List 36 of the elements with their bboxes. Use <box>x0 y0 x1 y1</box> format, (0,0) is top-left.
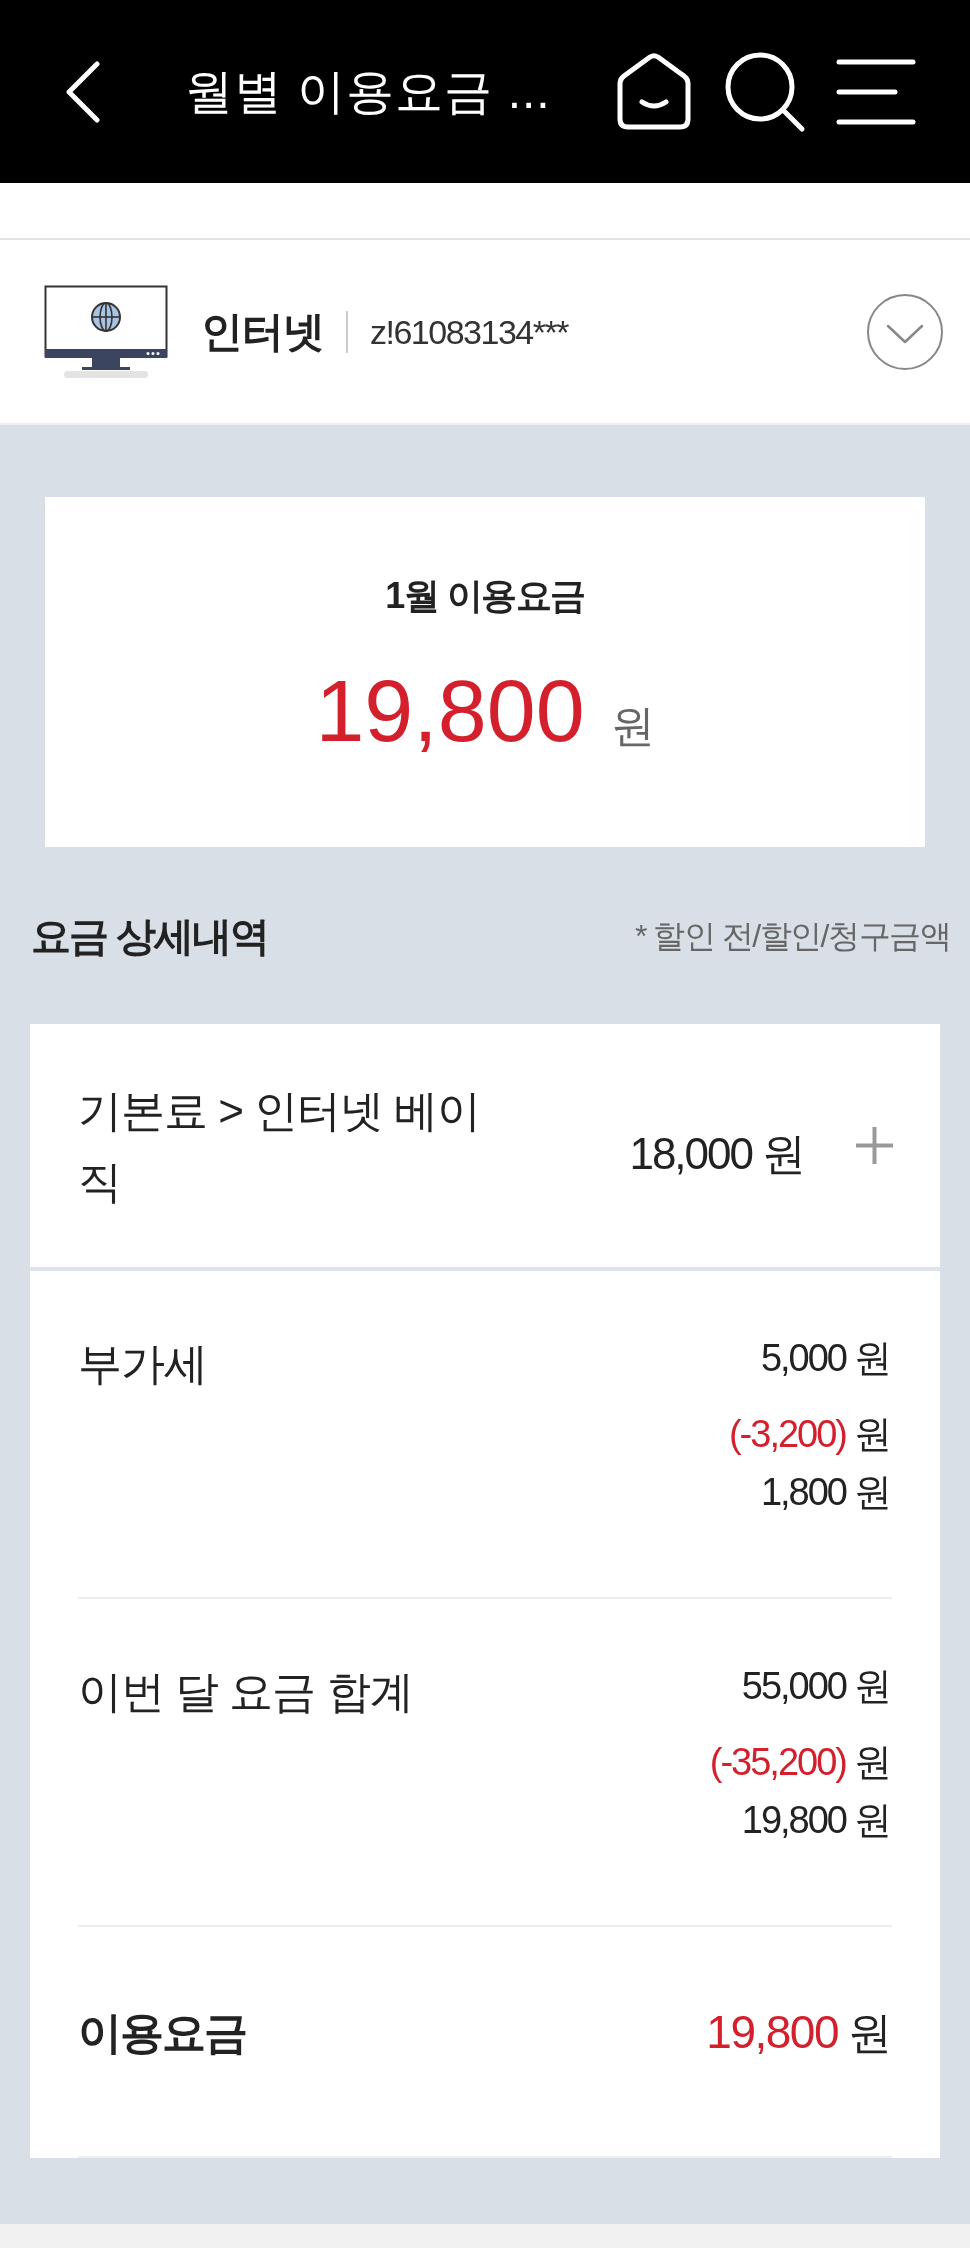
service-name: 인터넷 <box>201 306 324 357</box>
amount-text: 19,800 <box>315 661 585 761</box>
amount-text: 19,800 <box>741 1798 846 1843</box>
discount-amount: (-35,200) <box>709 1740 846 1785</box>
amount-text: 1,800 <box>760 1470 846 1515</box>
chevron-down-icon <box>886 323 924 344</box>
menu-icon[interactable] <box>836 58 916 125</box>
amount-text: 5,000 <box>760 1336 846 1381</box>
fee-label: 기본료 > 인터넷 베이직 <box>78 1084 482 1208</box>
legend-text: * 할인 전/할인/청구금액 <box>635 916 950 956</box>
currency-unit: 원 <box>854 1740 892 1785</box>
currency-unit: 원 <box>854 1336 892 1381</box>
page-title: 월별 이용요금 ... <box>185 63 551 120</box>
back-icon[interactable] <box>65 60 101 123</box>
currency-unit: 원 <box>854 1664 892 1709</box>
summary-title: 1월 이용요금 <box>385 574 585 618</box>
account-number: z!61083134*** <box>370 311 568 353</box>
discount-amount: (-3,200) <box>728 1412 846 1457</box>
total-amount: 19,800 <box>706 2005 838 2060</box>
fee-label: 부가세 <box>78 1338 207 1390</box>
search-icon[interactable] <box>724 50 806 133</box>
amount-text: 18,000 <box>629 1127 752 1180</box>
currency-unit: 원 <box>848 2007 892 2059</box>
fee-label: 이번 달 요금 합계 <box>78 1666 413 1718</box>
total-label: 이용요금 <box>78 2006 246 2059</box>
currency-unit: 원 <box>854 1470 892 1515</box>
currency-unit: 원 <box>854 1798 892 1843</box>
plus-icon[interactable] <box>856 1127 893 1164</box>
home-icon[interactable] <box>615 52 693 131</box>
currency-unit: 원 <box>762 1127 806 1180</box>
amount-text: 55,000 <box>741 1664 846 1709</box>
section-title: 요금 상세내역 <box>31 912 269 960</box>
monitor-icon <box>44 284 168 379</box>
currency-unit: 원 <box>610 700 655 752</box>
currency-unit: 원 <box>854 1412 892 1457</box>
dropdown-button[interactable] <box>867 293 943 370</box>
